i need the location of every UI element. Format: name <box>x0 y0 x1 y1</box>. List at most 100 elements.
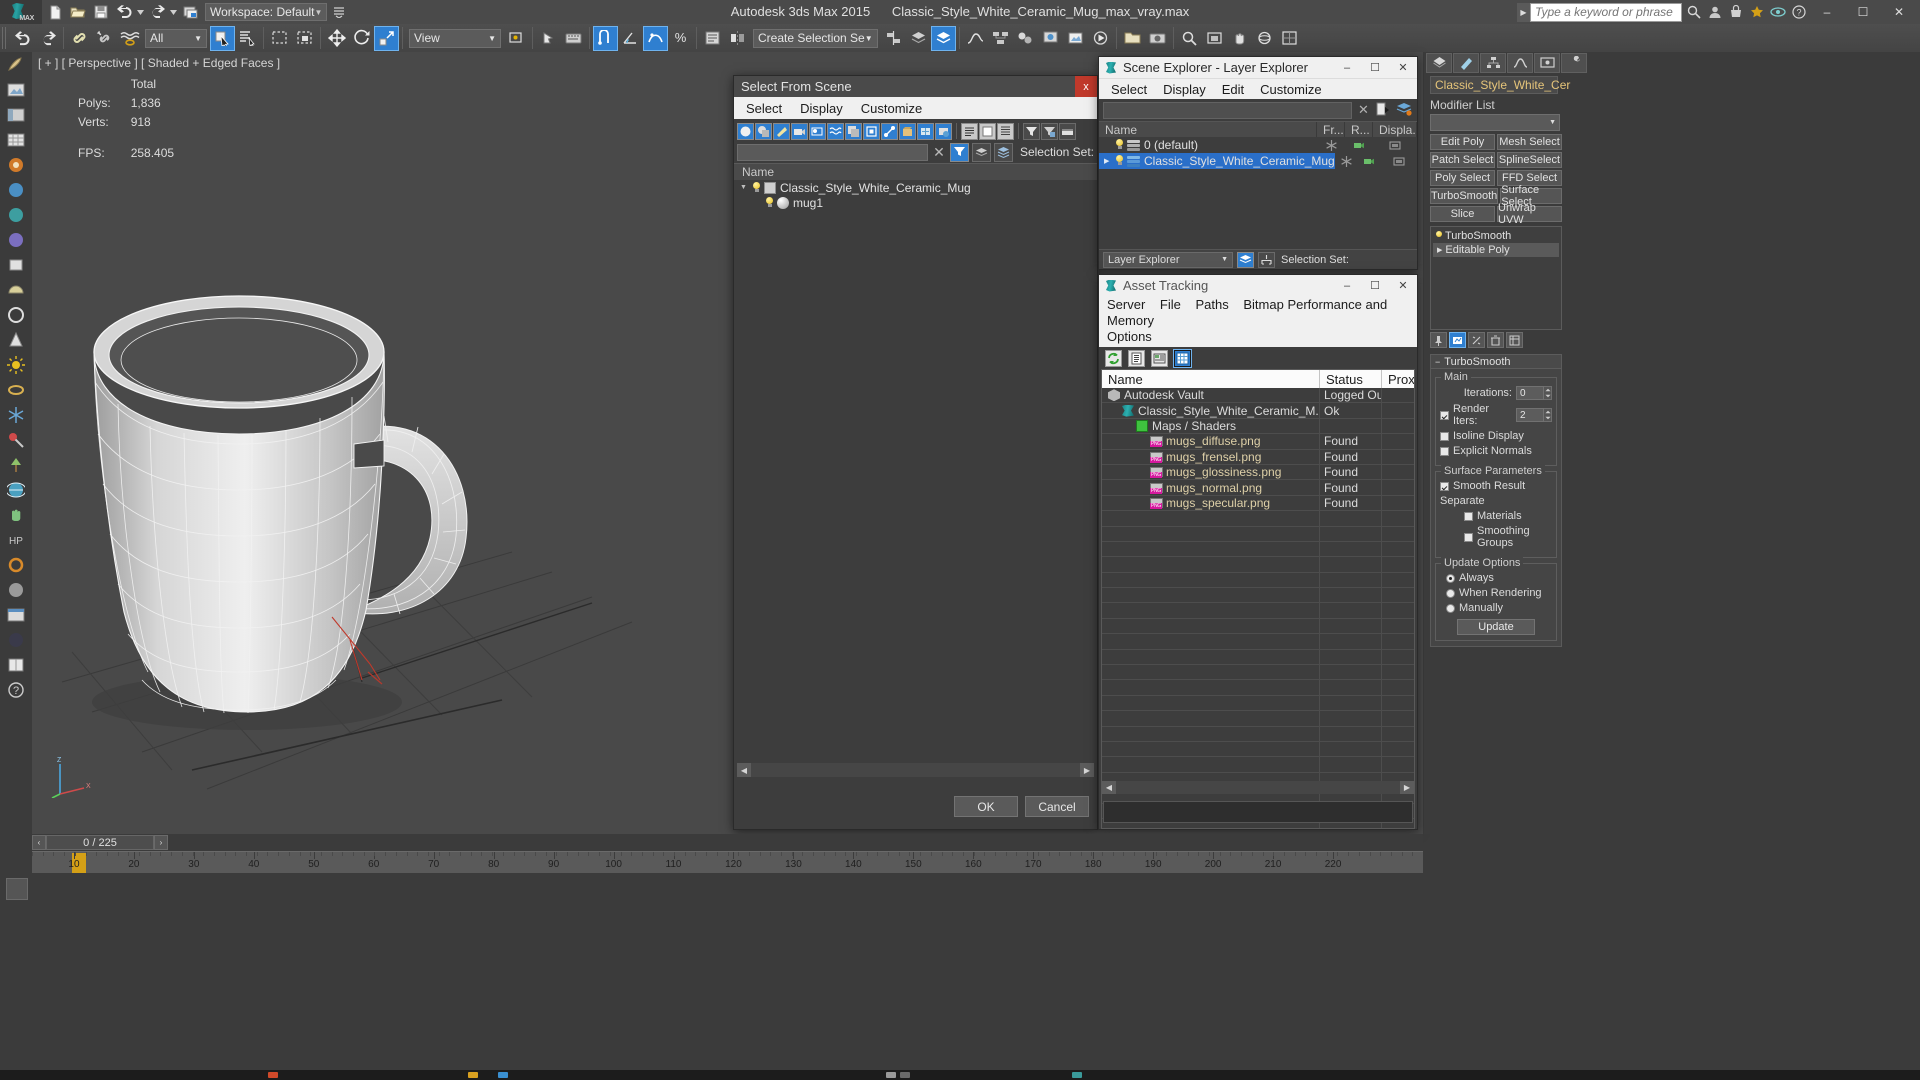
modifier-button-slice[interactable]: Slice <box>1430 206 1495 222</box>
bind-to-space-warp-button[interactable] <box>117 26 142 51</box>
asset-horizontal-scrollbar[interactable]: ◀ ▶ <box>1102 781 1414 794</box>
horizontal-scrollbar[interactable]: ◀ ▶ <box>737 763 1094 777</box>
toolbar-grip[interactable] <box>2 27 7 49</box>
display-groups-icon[interactable] <box>845 122 862 140</box>
render-setup-button[interactable] <box>1038 26 1063 51</box>
select-by-name-button[interactable] <box>235 26 260 51</box>
tab-hierarchy[interactable] <box>1480 53 1506 73</box>
display-cameras-icon[interactable] <box>791 122 808 140</box>
scene-explorer-titlebar[interactable]: Scene Explorer - Layer Explorer – ☐ ✕ <box>1099 57 1417 78</box>
render-toggle[interactable] <box>1345 140 1373 151</box>
rail-icon-hp[interactable]: HP <box>2 528 30 552</box>
named-selection-set-combo[interactable]: Create Selection Se ▼ <box>753 28 878 48</box>
tree-column-header-name[interactable]: Name <box>734 163 1097 180</box>
filter-funnel-icon[interactable] <box>1023 122 1040 140</box>
asset-row[interactable]: mugs_normal.png Found <box>1102 480 1414 496</box>
schematic-view-button[interactable] <box>988 26 1013 51</box>
rail-icon-sun[interactable] <box>2 353 30 377</box>
redo-icon[interactable] <box>146 2 168 22</box>
undo-dropdown-icon[interactable] <box>136 2 145 22</box>
tab-motion[interactable] <box>1507 53 1533 73</box>
layer-row[interactable]: ▶ Classic_Style_White_Ceramic_Mug <box>1099 153 1417 169</box>
info-center-search[interactable]: ▶ <box>1517 2 1682 22</box>
menu-select[interactable]: Select <box>746 101 782 116</box>
layer-list-icon[interactable] <box>971 142 991 162</box>
favorites-star-icon[interactable] <box>1747 3 1766 22</box>
tab-modify[interactable] <box>1453 53 1479 73</box>
rail-icon-help[interactable]: ? <box>2 678 30 702</box>
explorer-mode-comb[interactable]: Layer Explorer ▼ <box>1103 251 1233 268</box>
layer-list[interactable]: 0 (default) ▶ Classic_Style_White_Cerami… <box>1099 137 1417 169</box>
zoom-button[interactable] <box>1177 26 1202 51</box>
modifier-button-unwrap-uvw[interactable]: Unwrap UVW <box>1497 202 1562 226</box>
rail-icon-panel[interactable] <box>2 103 30 127</box>
taskbar-item[interactable] <box>498 1072 508 1078</box>
light-bulb-icon[interactable] <box>1114 139 1125 151</box>
unlink-selection-button[interactable] <box>92 26 117 51</box>
workspace-selector[interactable]: Workspace: Default ▼ <box>205 3 328 21</box>
column-proxy[interactable]: Prox <box>1382 370 1414 388</box>
manually-row[interactable]: Manually <box>1446 602 1552 614</box>
project-folder-button[interactable] <box>1120 26 1145 51</box>
rail-icon-color-wheel[interactable] <box>2 153 30 177</box>
scroll-right-icon[interactable]: ▶ <box>1400 781 1414 794</box>
smoothing-groups-checkbox[interactable] <box>1464 532 1473 542</box>
modifier-button-poly-select[interactable]: Poly Select <box>1430 170 1495 186</box>
render-production-button[interactable] <box>1088 26 1113 51</box>
taskbar-item[interactable] <box>886 1072 896 1078</box>
ok-button[interactable]: OK <box>954 796 1018 817</box>
render-iters-input[interactable]: 2 <box>1516 408 1544 422</box>
rail-icon-hand[interactable] <box>2 503 30 527</box>
redo-button[interactable] <box>35 26 60 51</box>
help-icon[interactable]: ? <box>1789 3 1808 22</box>
curve-editor-button[interactable] <box>963 26 988 51</box>
explicit-normals-checkbox[interactable] <box>1440 446 1449 456</box>
freeze-toggle[interactable] <box>1335 155 1358 167</box>
menu-bitmap-performance[interactable]: Bitmap Performance and Memory <box>1107 297 1387 328</box>
material-editor-button[interactable] <box>1013 26 1038 51</box>
select-filter-icon[interactable] <box>949 142 969 162</box>
zoom-extents-button[interactable] <box>1202 26 1227 51</box>
display-geometry-icon[interactable] <box>737 122 754 140</box>
rail-icon-ring[interactable] <box>2 378 30 402</box>
rail-icon-image[interactable] <box>2 78 30 102</box>
display-space-warps-icon[interactable] <box>827 122 844 140</box>
rail-icon-dark-sphere[interactable] <box>2 628 30 652</box>
minimize-button[interactable]: – <box>1333 275 1361 296</box>
display-hidden-icon[interactable] <box>935 122 952 140</box>
column-render[interactable]: R... <box>1345 122 1373 137</box>
asset-tracking-titlebar[interactable]: Asset Tracking – ☐ ✕ <box>1099 275 1417 296</box>
expand-arrow-icon[interactable]: ▶ <box>1437 246 1442 254</box>
modifier-list-dropdown[interactable]: ▼ <box>1430 114 1560 131</box>
asset-row-name-cell[interactable]: mugs_frensel.png <box>1102 449 1320 464</box>
align-button[interactable] <box>881 26 906 51</box>
select-from-scene-titlebar[interactable]: Select From Scene x <box>734 76 1097 97</box>
asset-row[interactable]: Classic_Style_White_Ceramic_M... Ok <box>1102 403 1414 419</box>
asset-row[interactable]: mugs_specular.png Found <box>1102 495 1414 512</box>
light-bulb-icon[interactable] <box>751 181 762 194</box>
scroll-left-icon[interactable]: ◀ <box>1102 781 1116 794</box>
close-icon[interactable]: x <box>1075 76 1097 97</box>
rail-icon-globe[interactable] <box>2 478 30 502</box>
isoline-display-checkbox[interactable] <box>1440 431 1449 441</box>
modifier-stack[interactable]: TurboSmooth ▶ Editable Poly <box>1430 226 1562 330</box>
menu-customize[interactable]: Customize <box>1260 82 1321 97</box>
use-pivot-point-center-button[interactable] <box>504 26 529 51</box>
scene-explorer-search-input[interactable] <box>1103 101 1352 119</box>
expand-arrow-icon[interactable]: ▼ <box>740 184 751 191</box>
display-shapes-icon[interactable] <box>755 122 772 140</box>
isoline-display-row[interactable]: Isoline Display <box>1440 430 1552 442</box>
always-row[interactable]: Always <box>1446 572 1552 584</box>
modifier-button-turbosmooth[interactable]: TurboSmooth <box>1430 188 1499 204</box>
display-containers-icon[interactable] <box>899 122 916 140</box>
grid-view-icon[interactable] <box>1173 349 1192 368</box>
light-bulb-icon[interactable] <box>764 196 775 209</box>
explicit-normals-row[interactable]: Explicit Normals <box>1440 445 1552 457</box>
exchange-app-store-icon[interactable] <box>1726 3 1745 22</box>
redo-dropdown-icon[interactable] <box>169 2 178 22</box>
materials-checkbox[interactable] <box>1464 511 1473 521</box>
mirror-button[interactable] <box>725 26 750 51</box>
stack-item-editable-poly[interactable]: ▶ Editable Poly <box>1433 243 1559 257</box>
tree-row[interactable]: ▼ Classic_Style_White_Ceramic_Mug <box>734 180 1097 195</box>
next-frame-button[interactable]: › <box>154 835 168 850</box>
